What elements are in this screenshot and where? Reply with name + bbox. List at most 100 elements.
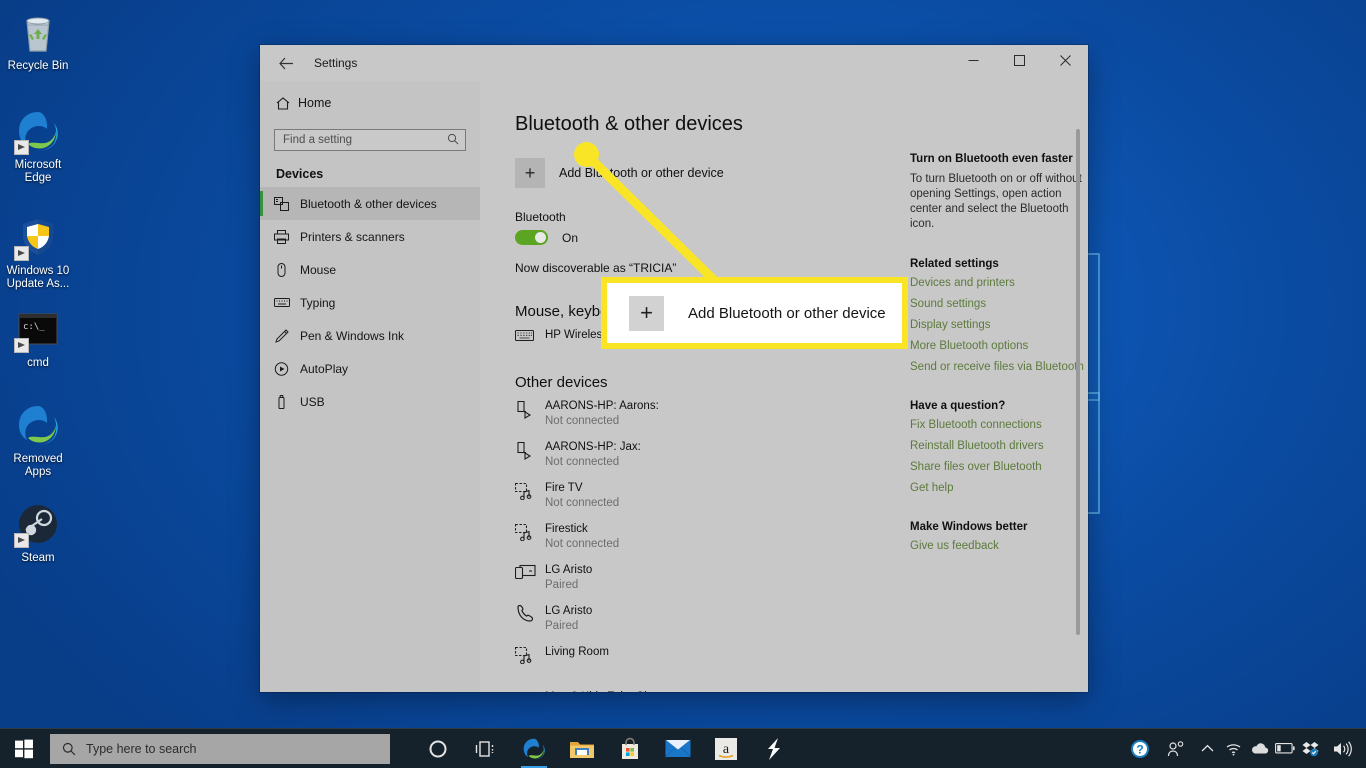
sidebar-item-typing[interactable]: Typing xyxy=(260,286,480,319)
related-link-devices-and-printers[interactable]: Devices and printers xyxy=(910,277,1088,289)
device-list-item[interactable]: Fire TV Not connected xyxy=(515,481,892,511)
help-link-get-help[interactable]: Get help xyxy=(910,482,1088,494)
desktop-icon-cmd[interactable]: c:\_ cmd xyxy=(0,305,76,370)
file-explorer-icon[interactable] xyxy=(558,729,606,768)
device-list-item[interactable]: AARONS-HP: Jax: Not connected xyxy=(515,440,892,470)
device-status: Not connected xyxy=(545,497,620,509)
steam-icon xyxy=(14,500,62,548)
svg-text:a: a xyxy=(723,742,730,757)
device-list-item[interactable]: Meg & Kids Echo Show xyxy=(515,690,892,692)
sidebar-item-usb[interactable]: USB xyxy=(260,385,480,418)
desktop-icon-windows-10-update-assistant[interactable]: Windows 10 Update As... xyxy=(0,213,76,291)
sidebar-item-mouse[interactable]: Mouse xyxy=(260,253,480,286)
sidebar-item-label: Mouse xyxy=(300,262,337,277)
microsoft-store-icon[interactable] xyxy=(606,729,654,768)
bluetooth-toggle[interactable] xyxy=(515,230,548,245)
battery-icon[interactable] xyxy=(1272,729,1298,768)
add-bluetooth-or-other-device-button[interactable]: + Add Bluetooth or other device xyxy=(515,158,892,188)
device-status: Paired xyxy=(545,579,579,591)
help-link-fix-bluetooth-connections[interactable]: Fix Bluetooth connections xyxy=(910,419,1088,431)
related-info-pane: Turn on Bluetooth even faster To turn Bl… xyxy=(892,81,1088,692)
help-link-share-files-over-bluetooth[interactable]: Share files over Bluetooth xyxy=(910,461,1088,473)
svg-text:?: ? xyxy=(1136,742,1143,756)
device-list-item[interactable]: Firestick Not connected xyxy=(515,522,892,552)
sidebar-item-printers-and-scanners[interactable]: Printers & scanners xyxy=(260,220,480,253)
device-name: LG Aristo xyxy=(545,564,593,576)
mouse-icon xyxy=(274,262,300,277)
mail-icon[interactable] xyxy=(654,729,702,768)
related-settings-title: Related settings xyxy=(910,258,999,270)
related-link-send-or-receive-files-via-bluetooth[interactable]: Send or receive files via Bluetooth xyxy=(910,361,1088,373)
toggle-knob xyxy=(535,232,546,243)
device-name: Firestick xyxy=(545,523,588,535)
svg-text:c:\_: c:\_ xyxy=(23,322,45,332)
maximize-button[interactable] xyxy=(996,45,1042,76)
back-button[interactable] xyxy=(266,47,306,79)
sidebar-item-label: Printers & scanners xyxy=(300,229,405,244)
bluetooth-toggle-row[interactable]: On xyxy=(515,230,892,245)
device-list-item[interactable]: LG Aristo Paired xyxy=(515,604,892,634)
microsoft-edge-icon xyxy=(14,401,62,449)
device-text: Fire TV Not connected xyxy=(545,481,619,511)
main-scrollbar[interactable] xyxy=(1076,129,1080,635)
pen-icon xyxy=(274,328,300,343)
wifi-icon[interactable] xyxy=(1220,729,1246,768)
device-text: AARONS-HP: Jax: Not connected xyxy=(545,440,641,470)
related-link-sound-settings[interactable]: Sound settings xyxy=(910,298,1088,310)
onedrive-icon[interactable] xyxy=(1246,729,1272,768)
device-list-item[interactable]: AARONS-HP: Aarons: Not connected xyxy=(515,399,892,429)
desktop-icon-microsoft-edge[interactable]: Microsoft Edge xyxy=(0,107,76,185)
device-text: AARONS-HP: Aarons: Not connected xyxy=(545,399,659,429)
cortana-icon[interactable] xyxy=(414,729,462,768)
sidebar-item-pen-and-windows-ink[interactable]: Pen & Windows Ink xyxy=(260,319,480,352)
device-text: Meg & Kids Echo Show xyxy=(545,690,665,692)
help-link-reinstall-bluetooth-drivers[interactable]: Reinstall Bluetooth drivers xyxy=(910,440,1088,452)
device-text: Living Room xyxy=(545,645,609,660)
start-button[interactable] xyxy=(0,729,48,768)
cast-device-icon xyxy=(515,440,545,460)
search-input[interactable] xyxy=(275,134,465,146)
microsoft-edge-icon[interactable] xyxy=(510,729,558,768)
dropbox-icon[interactable] xyxy=(1298,729,1324,768)
related-link-more-bluetooth-options[interactable]: More Bluetooth options xyxy=(910,340,1088,352)
home-icon xyxy=(276,96,298,110)
volume-icon[interactable] xyxy=(1324,729,1360,768)
device-name: LG Aristo xyxy=(545,605,593,617)
desktop-icon-recycle-bin[interactable]: Recycle Bin xyxy=(0,8,76,73)
desktop-icon-removed-apps[interactable]: Removed Apps xyxy=(0,401,76,479)
minimize-button[interactable] xyxy=(950,45,996,76)
desktop-icon-label: cmd xyxy=(27,357,49,369)
taskbar: Type here to search a ? xyxy=(0,728,1366,768)
tip-title: Turn on Bluetooth even faster xyxy=(910,153,1073,165)
sidebar-item-label: USB xyxy=(300,394,325,409)
bluetooth-label: Bluetooth xyxy=(515,210,566,224)
callout-pointer-dot xyxy=(574,142,599,167)
bluetooth-devices-icon xyxy=(274,196,300,211)
cast-device-icon xyxy=(515,399,545,419)
usb-icon xyxy=(274,394,300,409)
device-list-item[interactable]: Living Room xyxy=(515,645,892,673)
taskbar-search[interactable]: Type here to search xyxy=(50,733,390,764)
window-controls xyxy=(950,45,1088,76)
close-button[interactable] xyxy=(1042,45,1088,76)
task-view-icon[interactable] xyxy=(462,729,510,768)
sidebar-item-label: Pen & Windows Ink xyxy=(300,328,405,343)
amazon-icon[interactable]: a xyxy=(702,729,750,768)
sidebar-item-label: Bluetooth & other devices xyxy=(300,196,437,211)
lightning-app-icon[interactable] xyxy=(750,729,798,768)
people-icon[interactable] xyxy=(1158,729,1194,768)
sidebar-item-home[interactable]: Home xyxy=(260,87,480,119)
show-hidden-icons-icon[interactable] xyxy=(1194,729,1220,768)
desktop-icon-steam[interactable]: Steam xyxy=(0,500,76,565)
sidebar-section-title: Devices xyxy=(276,167,324,181)
feedback-link-give-us-feedback[interactable]: Give us feedback xyxy=(910,540,1088,552)
windows-logo-icon xyxy=(15,739,33,758)
help-icon[interactable]: ? xyxy=(1122,729,1158,768)
sidebar-item-bluetooth-and-other-devices[interactable]: Bluetooth & other devices xyxy=(260,187,480,220)
device-list-item[interactable]: LG Aristo Paired xyxy=(515,563,892,593)
search-box[interactable] xyxy=(274,129,466,151)
related-link-display-settings[interactable]: Display settings xyxy=(910,319,1088,331)
media-device-icon xyxy=(515,522,545,541)
sidebar-item-autoplay[interactable]: AutoPlay xyxy=(260,352,480,385)
